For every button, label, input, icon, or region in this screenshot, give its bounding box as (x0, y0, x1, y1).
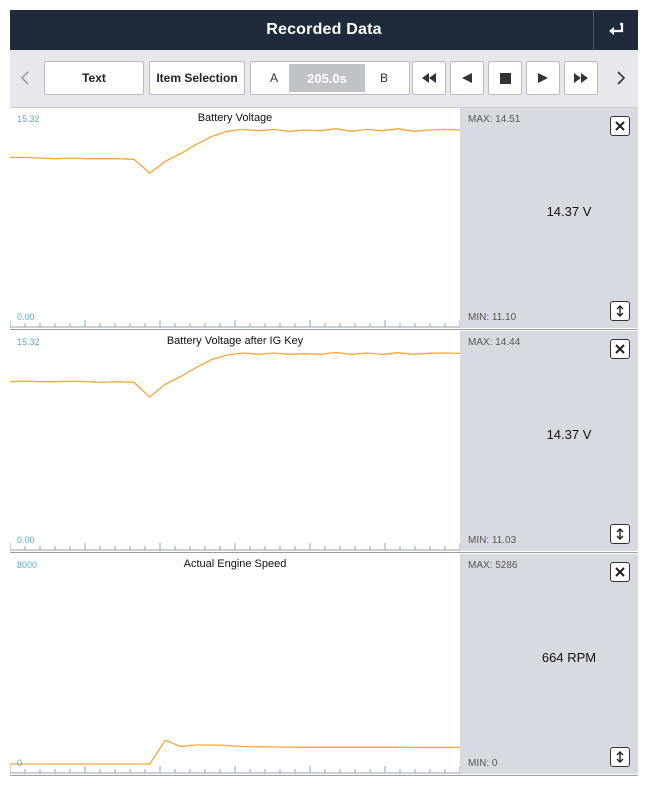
chevron-right-icon (617, 71, 626, 85)
play-reverse-icon (462, 73, 472, 83)
expand-vertical-icon (616, 528, 624, 540)
close-icon (615, 121, 625, 131)
marker-b-button[interactable]: B (380, 62, 388, 94)
current-value: 664 RPM (541, 650, 597, 665)
panel-divider (10, 329, 638, 330)
graph-area: 15.32 0.00 Battery Voltage after IG Key (10, 331, 460, 551)
y-min-label: 0.00 (17, 312, 35, 322)
engine-speed-chart (10, 739, 460, 774)
marker-a-button[interactable]: A (270, 62, 278, 94)
expand-vertical-icon (616, 751, 624, 763)
value-sidebar: MAX: 14.51 14.37 V MIN: 11.10 (460, 108, 638, 328)
graph-title: Battery Voltage (197, 112, 273, 124)
close-icon (615, 344, 625, 354)
panel-divider (10, 775, 638, 776)
current-value: 14.37 V (546, 204, 592, 219)
current-value: 14.37 V (546, 427, 592, 442)
scroll-right-button[interactable] (610, 61, 632, 95)
play-icon (538, 73, 548, 83)
step-back-button[interactable] (450, 61, 484, 95)
min-value: MIN: 11.10 (468, 312, 517, 323)
graph-area: 15.32 0.00 Battery Voltage (10, 108, 460, 328)
max-value: MAX: 14.51 (468, 114, 521, 125)
min-value: MIN: 11.03 (468, 535, 517, 546)
return-button[interactable] (593, 10, 638, 50)
scale-graph-button[interactable] (610, 301, 630, 321)
max-value: MAX: 5286 (468, 560, 518, 571)
return-arrow-icon (609, 22, 624, 35)
page-title: Recorded Data (266, 21, 382, 38)
scale-graph-button[interactable] (610, 747, 630, 767)
battery-voltage-chart (10, 128, 460, 328)
fast-forward-icon (574, 73, 588, 83)
graph-panel-battery-voltage-ig: 15.32 0.00 Battery Voltage after IG Key … (10, 331, 638, 551)
expand-vertical-icon (616, 305, 624, 317)
y-min-label: 0 (17, 758, 23, 768)
scroll-left-button[interactable] (14, 61, 36, 95)
max-value: MAX: 14.44 (468, 337, 521, 348)
scale-graph-button[interactable] (610, 524, 630, 544)
panel-divider (10, 552, 638, 553)
item-selection-button[interactable]: Item Selection (149, 61, 245, 95)
fast-rewind-icon (422, 73, 436, 83)
graph-title: Actual Engine Speed (183, 558, 287, 570)
time-marker-group: A 205.0s B (250, 61, 410, 95)
chevron-left-icon (20, 71, 29, 85)
text-view-button[interactable]: Text (44, 61, 144, 95)
stop-icon (499, 72, 511, 84)
value-sidebar: MAX: 5286 664 RPM MIN: 0 (460, 554, 638, 774)
stop-button[interactable] (488, 61, 522, 95)
close-icon (615, 567, 625, 577)
play-button[interactable] (526, 61, 560, 95)
series-line (10, 739, 460, 765)
playback-toolbar: Text Item Selection A 205.0s B (10, 50, 638, 108)
graph-title: Battery Voltage after IG Key (166, 335, 304, 347)
series-line (10, 128, 460, 174)
close-graph-button[interactable] (610, 116, 630, 136)
close-graph-button[interactable] (610, 339, 630, 359)
close-graph-button[interactable] (610, 562, 630, 582)
graph-panel-engine-speed: 8000 0 Actual Engine Speed MAX: 5286 664… (10, 554, 638, 774)
min-value: MIN: 0 (468, 758, 498, 769)
title-bar: Recorded Data (10, 10, 638, 50)
fast-rewind-button[interactable] (412, 61, 446, 95)
value-sidebar: MAX: 14.44 14.37 V MIN: 11.03 (460, 331, 638, 551)
graph-area: 8000 0 Actual Engine Speed (10, 554, 460, 774)
time-display: 205.0s (289, 64, 365, 92)
y-min-label: 0.00 (17, 535, 35, 545)
graph-panel-battery-voltage: 15.32 0.00 Battery Voltage MAX: 14.51 14… (10, 108, 638, 328)
series-line (10, 351, 460, 398)
battery-voltage-ig-chart (10, 351, 460, 551)
fast-forward-button[interactable] (564, 61, 598, 95)
